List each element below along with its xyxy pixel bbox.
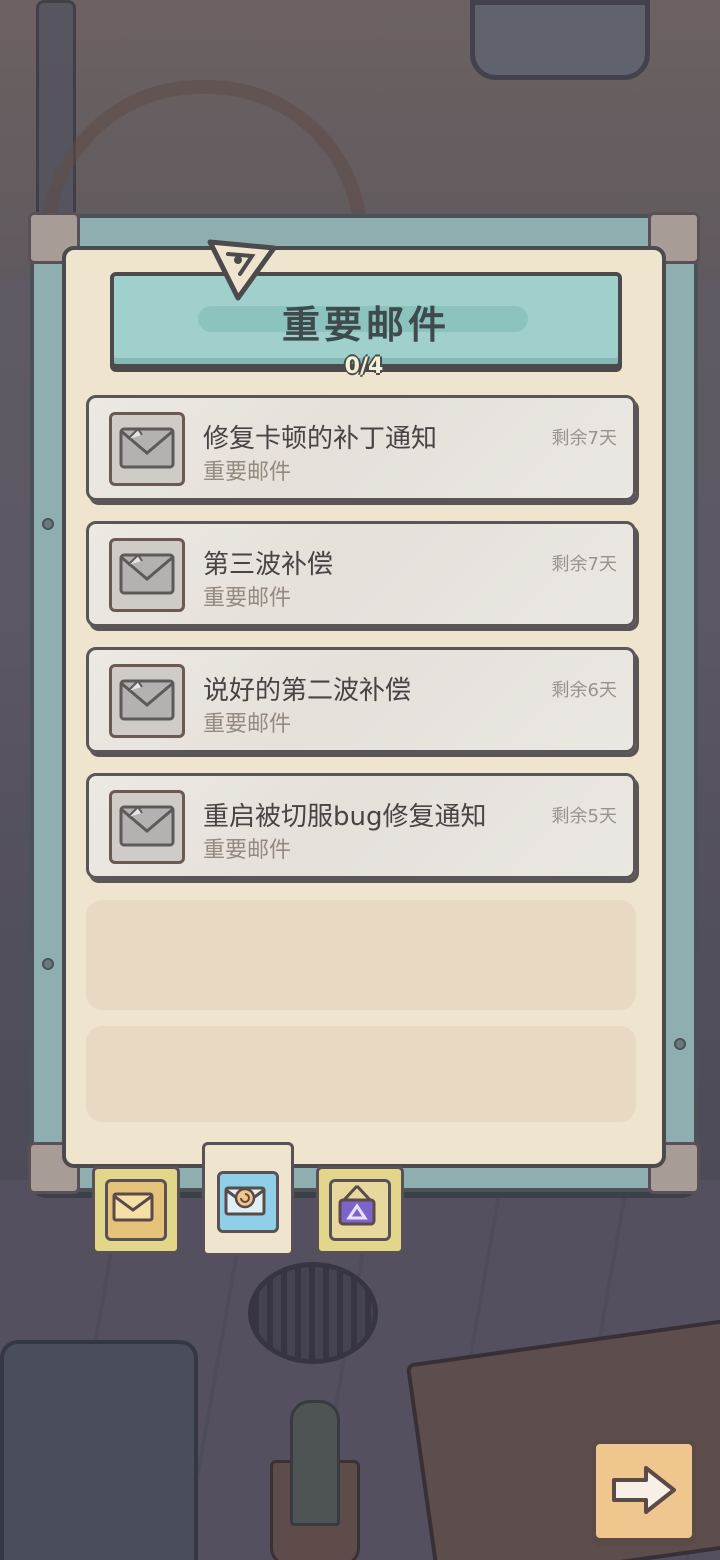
mail-item[interactable]: 第三波补偿 重要邮件 剩余7天 xyxy=(86,521,636,627)
empty-mail-slot xyxy=(86,900,636,1010)
important-envelope-icon xyxy=(217,1171,279,1233)
tab-important-mail[interactable] xyxy=(202,1142,294,1256)
hanging-sign-icon xyxy=(329,1179,391,1241)
page-title: 重要邮件 xyxy=(281,303,450,347)
triangle-emblem-icon xyxy=(207,239,277,301)
panel-rivet xyxy=(42,518,54,530)
mail-remaining-days: 剩余7天 xyxy=(551,554,617,575)
next-button[interactable] xyxy=(592,1440,696,1542)
mail-title: 说好的第二波补偿 xyxy=(203,676,412,706)
mail-title: 重启被切服bug修复通知 xyxy=(203,802,487,832)
mail-remaining-days: 剩余5天 xyxy=(551,806,617,827)
mail-remaining-days: 剩余7天 xyxy=(551,428,617,449)
tab-system-notice[interactable] xyxy=(316,1166,404,1254)
mail-category: 重要邮件 xyxy=(203,586,292,611)
tab-normal-mail[interactable] xyxy=(92,1166,180,1254)
mail-category: 重要邮件 xyxy=(203,838,292,863)
mail-envelope-icon xyxy=(109,664,185,738)
mail-title: 第三波补偿 xyxy=(203,550,334,580)
panel-rivet xyxy=(674,1038,686,1050)
mail-remaining-days: 剩余6天 xyxy=(551,680,617,701)
unread-counter: 0/4 xyxy=(344,354,384,379)
mail-item[interactable]: 说好的第二波补偿 重要邮件 剩余6天 xyxy=(86,647,636,753)
mail-category: 重要邮件 xyxy=(203,460,292,485)
envelope-icon xyxy=(105,1179,167,1241)
panel-rivet xyxy=(42,958,54,970)
mail-envelope-icon xyxy=(109,412,185,486)
mail-title: 修复卡顿的补丁通知 xyxy=(203,424,438,454)
mail-item[interactable]: 修复卡顿的补丁通知 重要邮件 剩余7天 xyxy=(86,395,636,501)
arrow-right-icon xyxy=(612,1466,676,1514)
mail-item[interactable]: 重启被切服bug修复通知 重要邮件 剩余5天 xyxy=(86,773,636,879)
empty-mail-slot xyxy=(86,1026,636,1122)
mail-envelope-icon xyxy=(109,790,185,864)
mail-envelope-icon xyxy=(109,538,185,612)
mail-category: 重要邮件 xyxy=(203,712,292,737)
